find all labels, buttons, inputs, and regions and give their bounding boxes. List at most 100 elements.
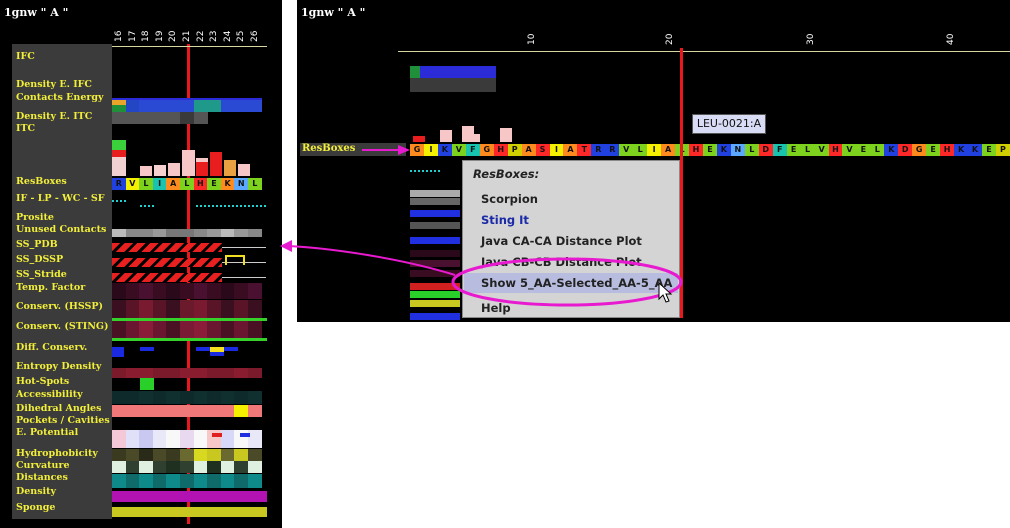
itc-bar <box>196 162 208 176</box>
residue-box[interactable]: A <box>563 144 578 156</box>
residue-box[interactable]: E <box>702 144 717 156</box>
hydrophobicity-cell <box>234 449 249 461</box>
residue-box[interactable]: H <box>193 178 208 190</box>
accessibility-cell <box>248 391 263 404</box>
residue-box[interactable]: L <box>633 144 648 156</box>
residue-box[interactable]: G <box>912 144 927 156</box>
residue-box[interactable]: A <box>166 178 180 190</box>
residue-box[interactable]: T <box>577 144 592 156</box>
residue-box[interactable]: D <box>758 144 773 156</box>
residue-box[interactable]: K <box>716 144 731 156</box>
residue-box[interactable]: L <box>744 144 759 156</box>
residue-box[interactable]: L <box>800 144 815 156</box>
residue-box[interactable]: K <box>884 144 899 156</box>
residue-box[interactable]: K <box>954 144 969 156</box>
density-itc-cell <box>180 112 195 124</box>
residue-box[interactable]: K <box>968 144 982 156</box>
residue-box[interactable]: E <box>786 144 801 156</box>
menu-item-sting-it[interactable]: Sting It <box>481 213 529 227</box>
residue-box[interactable]: I <box>152 178 167 190</box>
residue-box[interactable]: F <box>465 144 480 156</box>
diff-conserv-cell <box>112 347 124 357</box>
distances-cell <box>180 474 195 488</box>
distances-cell <box>234 474 249 488</box>
residue-box[interactable]: K <box>220 178 235 190</box>
menu-item-cb-cb-plot[interactable]: Java CB-CB Distance Plot <box>481 255 642 269</box>
itc-bar <box>440 130 452 142</box>
conserv-sting-cell <box>112 321 127 339</box>
menu-item-show-5aa[interactable]: Show 5_AA-Selected_AA-5_AA <box>481 276 672 290</box>
entropy-cell <box>193 368 208 378</box>
left-panel-title: 1gnw " A " <box>4 6 69 19</box>
residue-box[interactable]: V <box>814 144 829 156</box>
residue-box[interactable]: L <box>139 178 153 190</box>
menu-item-ca-ca-plot[interactable]: Java CA-CA Distance Plot <box>481 234 642 248</box>
e-potential-cell <box>112 430 127 448</box>
residue-box[interactable]: H <box>828 144 843 156</box>
curvature-cell <box>166 461 181 473</box>
residue-box[interactable]: A <box>661 144 676 156</box>
residue-box[interactable]: F <box>772 144 787 156</box>
dihedral-cell <box>180 405 195 417</box>
contacts-energy-accent <box>112 100 126 105</box>
residue-box[interactable]: L <box>248 178 262 190</box>
hydrophobicity-cell <box>112 449 127 461</box>
residue-box[interactable]: H <box>940 144 955 156</box>
residue-box[interactable]: D <box>898 144 913 156</box>
menu-item-scorpion[interactable]: Scorpion <box>481 192 538 206</box>
residue-box[interactable]: E <box>926 144 941 156</box>
residue-box[interactable]: V <box>125 178 140 190</box>
accessibility-cell <box>125 391 140 404</box>
entropy-cell <box>234 368 249 378</box>
entropy-cell <box>180 368 195 378</box>
ruler-line <box>398 51 1010 52</box>
ss-line <box>222 247 266 248</box>
track-label: Conserv. (STING) <box>16 321 109 332</box>
distances-cell <box>125 474 140 488</box>
residue-box[interactable]: P <box>507 144 522 156</box>
residue-box[interactable]: V <box>619 144 634 156</box>
residue-box[interactable]: N <box>730 144 745 156</box>
residue-box[interactable]: H <box>493 144 508 156</box>
residue-box[interactable]: G <box>479 144 494 156</box>
track-label: Accessibility <box>16 389 83 400</box>
track-label: Hydrophobicity <box>16 448 98 459</box>
residue-box[interactable]: R <box>591 144 606 156</box>
contacts-energy-cell <box>180 100 195 112</box>
itc-bar <box>224 160 236 176</box>
residue-box[interactable]: S <box>535 144 550 156</box>
ss-line <box>222 277 266 278</box>
residue-box[interactable]: H <box>689 144 703 156</box>
residue-box[interactable]: E <box>856 144 871 156</box>
accessibility-cell <box>193 391 208 404</box>
residue-box[interactable]: I <box>549 144 564 156</box>
residue-box[interactable]: L <box>870 144 885 156</box>
residue-box[interactable]: P <box>995 144 1010 156</box>
residue-box[interactable]: K <box>437 144 452 156</box>
residue-box[interactable]: V <box>451 144 466 156</box>
residue-box[interactable]: I <box>423 144 438 156</box>
residue-box[interactable]: L <box>180 178 194 190</box>
track-label: Density <box>16 486 57 497</box>
residue-box[interactable]: R <box>112 178 126 190</box>
ss-bar <box>112 258 222 267</box>
residue-box[interactable]: V <box>842 144 857 156</box>
entropy-cell <box>248 368 263 378</box>
residue-box[interactable]: E <box>207 178 221 190</box>
accessibility-cell <box>152 391 167 404</box>
residue-box[interactable]: R <box>605 144 620 156</box>
track-label: Unused Contacts <box>16 224 107 235</box>
temp-factor-cell <box>220 283 235 299</box>
track-row <box>410 190 460 197</box>
distances-cell <box>112 474 127 488</box>
residue-box[interactable]: A <box>521 144 536 156</box>
residue-box[interactable]: N <box>234 178 248 190</box>
menu-item-help[interactable]: Help <box>481 301 511 315</box>
residue-box[interactable]: G <box>410 144 424 156</box>
hydrophobicity-cell <box>125 449 140 461</box>
residue-box[interactable]: E <box>981 144 996 156</box>
track-label: Density E. IFC <box>16 79 92 90</box>
entropy-cell <box>112 368 127 378</box>
residue-box[interactable]: I <box>647 144 662 156</box>
column-number: 20 <box>168 30 179 42</box>
